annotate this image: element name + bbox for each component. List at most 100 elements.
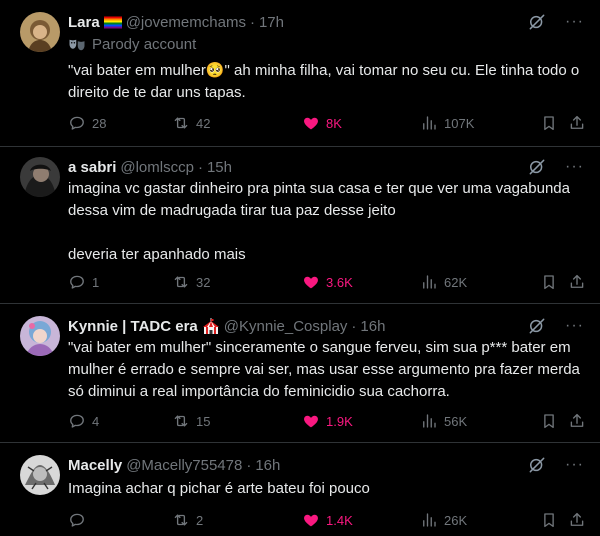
reply-icon — [68, 412, 86, 430]
display-name[interactable]: a sabri — [68, 159, 116, 176]
views-icon — [420, 114, 438, 132]
reply-count: 1 — [92, 274, 100, 290]
like-count: 3.6K — [326, 274, 353, 290]
more-options-icon[interactable]: ··· — [565, 12, 584, 32]
grok-icon[interactable] — [527, 455, 547, 475]
retweet-icon — [172, 412, 190, 430]
grok-icon[interactable] — [527, 157, 547, 177]
handle[interactable]: @lomlsccp — [120, 159, 194, 176]
bookmark-icon — [540, 412, 558, 430]
views-button[interactable]: 26K — [420, 510, 467, 530]
tweet-4[interactable]: Macelly @Macelly755478 · 16h ··· Imagina… — [0, 443, 600, 536]
share-button[interactable] — [568, 510, 586, 530]
avatar[interactable] — [20, 157, 60, 197]
share-icon — [568, 114, 586, 132]
more-options-icon[interactable]: ··· — [565, 157, 584, 177]
views-count: 56K — [444, 413, 468, 429]
like-count: 1.9K — [326, 413, 353, 429]
mask-icon — [69, 39, 85, 50]
share-icon — [568, 511, 586, 529]
tweet-3[interactable]: Kynnie | TADC era @Kynnie_Cosplay · 16h … — [0, 304, 600, 443]
separator-dot: · — [246, 456, 252, 474]
action-bar: 2 1.4K 26K — [68, 510, 584, 530]
timestamp[interactable]: 16h — [360, 318, 385, 335]
share-button[interactable] — [568, 272, 586, 292]
grok-icon[interactable] — [527, 316, 547, 336]
retweet-icon — [172, 273, 190, 291]
share-button[interactable] — [568, 113, 586, 133]
reply-button[interactable]: 1 — [68, 272, 99, 292]
retweet-button[interactable]: 42 — [172, 113, 210, 133]
bookmark-button[interactable] — [540, 510, 558, 530]
bookmark-button[interactable] — [540, 113, 558, 133]
display-name[interactable]: Macelly — [68, 457, 122, 474]
retweet-count: 42 — [196, 115, 211, 131]
like-button[interactable]: 1.9K — [302, 411, 353, 431]
handle[interactable]: @Kynnie_Cosplay — [224, 318, 348, 335]
views-icon — [420, 273, 438, 291]
handle[interactable]: @Macelly755478 — [126, 457, 242, 474]
circus-tent-icon — [202, 318, 220, 334]
parody-label-text: Parody account — [92, 36, 197, 53]
retweet-count: 15 — [196, 413, 211, 429]
views-button[interactable]: 107K — [420, 113, 474, 133]
grok-icon[interactable] — [527, 12, 547, 32]
reply-button[interactable]: 4 — [68, 411, 99, 431]
share-button[interactable] — [568, 411, 586, 431]
reply-count: 4 — [92, 413, 100, 429]
retweet-count: 32 — [196, 274, 211, 290]
separator-dot: · — [249, 13, 255, 31]
timestamp[interactable]: 15h — [207, 159, 232, 176]
reply-icon — [68, 511, 86, 529]
separator-dot: · — [351, 317, 357, 335]
more-options-icon[interactable]: ··· — [565, 455, 584, 475]
reply-icon — [68, 114, 86, 132]
heart-icon — [302, 412, 320, 430]
bookmark-icon — [540, 511, 558, 529]
bookmark-icon — [540, 273, 558, 291]
tweet-text: imagina vc gastar dinheiro pra pinta sua… — [68, 180, 570, 263]
retweet-icon — [172, 511, 190, 529]
avatar[interactable] — [20, 455, 60, 495]
views-count: 62K — [444, 274, 468, 290]
views-button[interactable]: 62K — [420, 272, 467, 292]
avatar[interactable] — [20, 316, 60, 356]
views-icon — [420, 412, 438, 430]
reply-icon — [68, 273, 86, 291]
tweet-1[interactable]: Lara @jovememchams · 17h ··· Parody acco… — [0, 0, 600, 147]
share-icon — [568, 412, 586, 430]
heart-icon — [302, 114, 320, 132]
reply-count: 28 — [92, 115, 107, 131]
retweet-count: 2 — [196, 512, 204, 528]
tweet-text: Imagina achar q pichar é arte bateu foi … — [68, 480, 370, 497]
display-name[interactable]: Kynnie | TADC era — [68, 318, 198, 335]
tweet-2[interactable]: a sabri @lomlsccp · 15h ··· imagina vc g… — [0, 147, 600, 304]
tweet-text: "vai bater em mulher" sinceramente o san… — [68, 339, 585, 400]
reply-button[interactable]: 28 — [68, 113, 106, 133]
rainbow-flag-icon — [103, 16, 122, 29]
reply-button[interactable] — [68, 510, 92, 530]
retweet-button[interactable]: 32 — [172, 272, 210, 292]
heart-icon — [302, 273, 320, 291]
like-button[interactable]: 3.6K — [302, 272, 353, 292]
handle[interactable]: @jovememchams — [126, 14, 246, 31]
bookmark-button[interactable] — [540, 411, 558, 431]
timestamp[interactable]: 17h — [259, 14, 284, 31]
separator-dot: · — [197, 158, 203, 176]
like-count: 1.4K — [326, 512, 353, 528]
more-options-icon[interactable]: ··· — [565, 316, 584, 336]
display-name[interactable]: Lara — [68, 14, 100, 31]
retweet-button[interactable]: 15 — [172, 411, 210, 431]
avatar[interactable] — [20, 12, 60, 52]
tweet-text: "vai bater em mulher🥺" ah minha filha, v… — [68, 62, 584, 101]
views-button[interactable]: 56K — [420, 411, 467, 431]
retweet-button[interactable]: 2 — [172, 510, 203, 530]
like-count: 8K — [326, 115, 342, 131]
timestamp[interactable]: 16h — [255, 457, 280, 474]
views-count: 26K — [444, 512, 468, 528]
bookmark-button[interactable] — [540, 272, 558, 292]
action-bar: 28 42 8K 107K — [68, 113, 584, 133]
retweet-icon — [172, 114, 190, 132]
like-button[interactable]: 8K — [302, 113, 342, 133]
like-button[interactable]: 1.4K — [302, 510, 353, 530]
